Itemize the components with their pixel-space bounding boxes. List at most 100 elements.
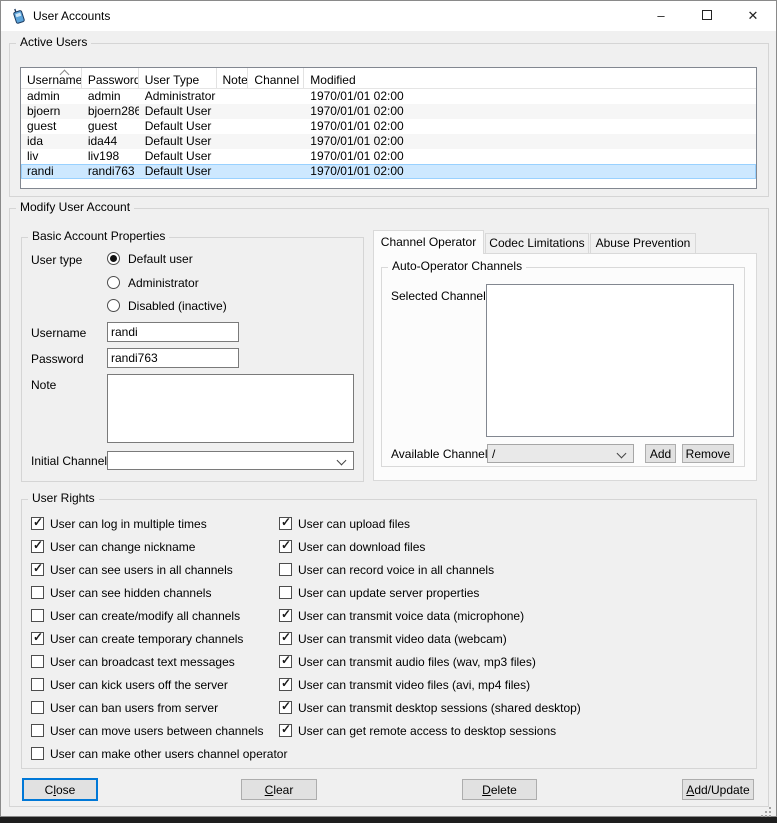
tab-channel-operator[interactable]: Channel Operator xyxy=(373,230,484,254)
available-channels-combobox[interactable]: / xyxy=(487,444,634,463)
radio-option-disabled-inactive-[interactable]: Disabled (inactive) xyxy=(107,297,227,313)
users-table[interactable]: UsernamePasswordUser TypeNoteChannelModi… xyxy=(20,67,757,189)
close-window-button[interactable]: ✕ xyxy=(730,1,776,31)
initial-channel-combobox[interactable] xyxy=(107,451,354,470)
minimize-button[interactable]: – xyxy=(638,1,684,31)
selected-channels-listbox[interactable] xyxy=(486,284,734,437)
radio-option-administrator[interactable]: Administrator xyxy=(107,274,199,290)
user-right-label: User can update server properties xyxy=(298,586,479,600)
username-input[interactable] xyxy=(107,322,239,342)
note-textarea[interactable] xyxy=(107,374,354,443)
table-cell: bjoern xyxy=(21,104,82,119)
radio-option-default-user[interactable]: Default user xyxy=(107,250,193,266)
user-right-label: User can move users between channels xyxy=(50,724,263,738)
table-cell xyxy=(248,134,304,149)
checkbox[interactable]: ✓ xyxy=(279,655,292,668)
password-label: Password xyxy=(31,352,84,366)
table-row[interactable]: guestguestDefault User1970/01/01 02:00 xyxy=(21,119,756,134)
table-row[interactable]: adminadminAdministrator1970/01/01 02:00 xyxy=(21,89,756,104)
table-cell: 1970/01/01 02:00 xyxy=(304,134,756,149)
remove-channel-button[interactable]: Remove xyxy=(682,444,734,463)
user-right-label: User can transmit voice data (microphone… xyxy=(298,609,524,623)
checkbox[interactable] xyxy=(31,609,44,622)
table-cell: admin xyxy=(21,89,82,104)
column-header-user-type[interactable]: User Type xyxy=(139,68,217,88)
checkmark-icon: ✓ xyxy=(281,699,291,713)
checkbox[interactable] xyxy=(31,586,44,599)
checkbox[interactable]: ✓ xyxy=(279,724,292,737)
checkmark-icon: ✓ xyxy=(281,515,291,529)
checkbox[interactable] xyxy=(31,701,44,714)
tab-abuse-prevention[interactable]: Abuse Prevention xyxy=(590,233,696,254)
column-header-channel[interactable]: Channel xyxy=(248,68,304,88)
close-button[interactable]: Close xyxy=(22,778,98,801)
checkmark-icon: ✓ xyxy=(281,630,291,644)
window-title: User Accounts xyxy=(33,9,110,23)
checkbox[interactable] xyxy=(31,655,44,668)
checkbox[interactable]: ✓ xyxy=(31,540,44,553)
column-header-username[interactable]: Username xyxy=(21,68,82,88)
user-right-label: User can upload files xyxy=(298,517,410,531)
username-label: Username xyxy=(31,326,86,340)
table-cell: 1970/01/01 02:00 xyxy=(304,104,756,119)
user-right-label: User can transmit desktop sessions (shar… xyxy=(298,701,581,715)
tab-codec-limitations[interactable]: Codec Limitations xyxy=(485,233,589,254)
radio-label: Default user xyxy=(128,252,193,266)
table-row[interactable]: livliv198Default User1970/01/01 02:00 xyxy=(21,149,756,164)
checkmark-icon: ✓ xyxy=(33,630,43,644)
user-right-label: User can transmit audio files (wav, mp3 … xyxy=(298,655,536,669)
table-cell xyxy=(248,149,304,164)
column-header-note[interactable]: Note xyxy=(217,68,249,88)
checkbox[interactable] xyxy=(31,678,44,691)
radio-icon[interactable] xyxy=(107,276,120,289)
resize-grip[interactable] xyxy=(761,807,763,809)
table-cell xyxy=(217,89,249,104)
radio-label: Disabled (inactive) xyxy=(128,299,227,313)
user-rights-group-label: User Rights xyxy=(28,491,99,505)
available-channels-label: Available Channels xyxy=(391,447,494,461)
checkmark-icon: ✓ xyxy=(281,653,291,667)
table-row[interactable]: idaida44Default User1970/01/01 02:00 xyxy=(21,134,756,149)
clear-button[interactable]: Clear xyxy=(241,779,317,800)
table-cell: admin xyxy=(82,89,139,104)
checkbox[interactable]: ✓ xyxy=(31,517,44,530)
maximize-button[interactable] xyxy=(684,1,730,31)
radio-icon[interactable] xyxy=(107,299,120,312)
user-right-label: User can make other users channel operat… xyxy=(50,747,287,761)
column-header-modified[interactable]: Modified xyxy=(304,68,756,88)
table-row[interactable]: bjoernbjoern286Default User1970/01/01 02… xyxy=(21,104,756,119)
checkbox[interactable] xyxy=(279,586,292,599)
checkbox[interactable] xyxy=(31,724,44,737)
checkbox[interactable]: ✓ xyxy=(279,678,292,691)
checkbox[interactable]: ✓ xyxy=(279,632,292,645)
checkbox[interactable]: ✓ xyxy=(279,609,292,622)
checkbox[interactable]: ✓ xyxy=(279,701,292,714)
table-cell xyxy=(217,119,249,134)
add-update-button[interactable]: Add/Update xyxy=(682,779,754,800)
initial-channel-label: Initial Channel xyxy=(31,454,107,468)
add-channel-button[interactable]: Add xyxy=(645,444,676,463)
checkbox[interactable]: ✓ xyxy=(279,517,292,530)
table-cell xyxy=(217,149,249,164)
delete-button[interactable]: Delete xyxy=(462,779,537,800)
table-cell: Default User xyxy=(139,164,217,179)
user-right-label: User can log in multiple times xyxy=(50,517,207,531)
table-cell: 1970/01/01 02:00 xyxy=(304,149,756,164)
table-cell xyxy=(248,104,304,119)
table-row[interactable]: randirandi763Default User1970/01/01 02:0… xyxy=(21,164,756,179)
table-cell: ida44 xyxy=(82,134,139,149)
checkmark-icon: ✓ xyxy=(281,722,291,736)
checkbox[interactable]: ✓ xyxy=(31,563,44,576)
table-cell: randi763 xyxy=(82,164,139,179)
checkbox[interactable]: ✓ xyxy=(279,540,292,553)
checkbox[interactable] xyxy=(31,747,44,760)
checkbox[interactable]: ✓ xyxy=(31,632,44,645)
checkbox[interactable] xyxy=(279,563,292,576)
radio-icon[interactable] xyxy=(107,252,120,265)
user-right-label: User can transmit video data (webcam) xyxy=(298,632,507,646)
password-input[interactable] xyxy=(107,348,239,368)
user-right-label: User can record voice in all channels xyxy=(298,563,494,577)
column-header-password[interactable]: Password xyxy=(82,68,139,88)
chevron-down-icon xyxy=(337,456,347,466)
user-right-label: User can get remote access to desktop se… xyxy=(298,724,556,738)
